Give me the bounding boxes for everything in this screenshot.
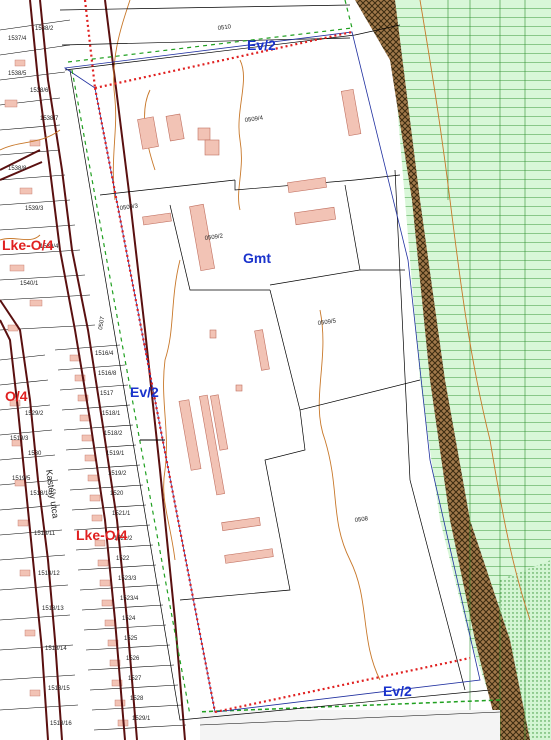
lot-label: 1529/1 (132, 716, 151, 722)
lot-label: 1523/4 (120, 596, 139, 602)
lot-label: 1526 (126, 656, 140, 662)
zone-gmt: Gmt (243, 250, 271, 266)
lot-label: 1518/13 (42, 606, 64, 612)
lot-label: 1518/15 (48, 686, 70, 692)
lot-label: 1521/1 (112, 511, 131, 517)
lot-label: 1518/10 (30, 491, 52, 497)
lot-label: 1518/11 (34, 531, 56, 537)
lot-label: 1538/8 (8, 166, 27, 172)
lot-label: 1522 (116, 556, 130, 562)
zone-lke-left: O/4 (5, 388, 28, 404)
lot-label: 1528 (130, 696, 144, 702)
lot-label: 1524 (122, 616, 136, 622)
lot-label: 1523/3 (118, 576, 137, 582)
parcel-0508: 0508 (354, 516, 369, 524)
parcel-0509-4: 0509/4 (244, 115, 264, 124)
lot-label: 1516/4 (95, 351, 114, 357)
zone-ev-top: Ev/2 (247, 37, 276, 53)
lot-label: 1516/8 (98, 371, 117, 377)
lot-label: 1527 (128, 676, 142, 682)
lot-label: 1538/6 (30, 88, 49, 94)
lot-label: 1537/4 (8, 36, 27, 42)
lot-label: 1520 (110, 491, 124, 497)
lot-label: 1529/2 (25, 411, 44, 417)
zone-lke-upper: Lke-O/4 (2, 237, 54, 253)
zone-ev-bottom: Ev/2 (383, 683, 412, 699)
lot-label: 1519/3 (10, 436, 29, 442)
lot-label: 1538/5 (8, 71, 27, 77)
parcel-0510: 0510 (217, 24, 232, 32)
lot-label: 1518/1 (102, 411, 121, 417)
zone-lke-lower: Lke-O/4 (76, 527, 128, 543)
lot-label: 1518/12 (38, 571, 60, 577)
lot-label: 1518/2 (104, 431, 123, 437)
lot-label: 1519/2 (108, 471, 127, 477)
lot-label: 1539/3 (25, 206, 44, 212)
residential-area: Kastély utca (0, 0, 200, 740)
lot-label: 1540/1 (20, 281, 39, 287)
lot-label: 1519/1 (106, 451, 125, 457)
lot-label: 1538/2 (35, 26, 54, 32)
lot-label: 1518/16 (50, 721, 72, 727)
lot-label: 1519/5 (12, 476, 31, 482)
map-canvas: Kastély utca 0510 0509/4 0509/3 0509/2 0… (0, 0, 551, 740)
zone-ev-left: Ev/2 (130, 384, 159, 400)
forest-area (355, 0, 551, 740)
parcel-0509-5: 0509/5 (317, 318, 337, 327)
lot-label: 1518/14 (45, 646, 67, 652)
lot-label: 1525 (124, 636, 138, 642)
lot-label: 1517 (100, 391, 114, 397)
lot-label: 1530 (28, 451, 42, 457)
parcel-0509-2: 0509/2 (204, 233, 224, 242)
lot-label: 1538/7 (40, 116, 59, 122)
